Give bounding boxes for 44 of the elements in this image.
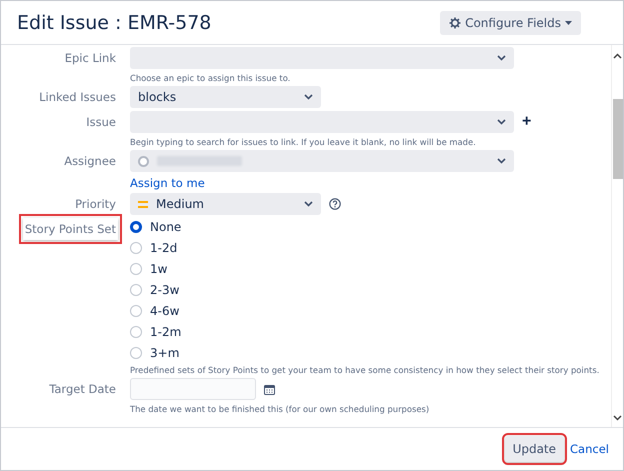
avatar-icon xyxy=(138,156,149,166)
assign-to-me-link[interactable]: Assign to me xyxy=(130,176,611,190)
field-label: Linked Issues xyxy=(38,89,117,106)
field-label: Epic Link xyxy=(64,50,117,67)
field-label: Issue xyxy=(85,114,117,131)
configure-fields-button[interactable]: Configure Fields xyxy=(440,10,581,34)
radio-option[interactable]: 3+m xyxy=(130,344,611,362)
update-button[interactable]: Update xyxy=(504,436,564,462)
field-label: Assignee xyxy=(63,153,117,170)
settings-icon xyxy=(449,16,462,28)
scrollbar-thumb[interactable] xyxy=(612,99,622,179)
date-field[interactable] xyxy=(130,378,256,400)
dialog-title: Edit Issue : EMR-578 xyxy=(17,12,212,34)
chevron-down-icon xyxy=(304,94,313,100)
radio-option[interactable]: 1w xyxy=(130,260,611,278)
radio-option[interactable]: 2-3w xyxy=(130,281,611,299)
radio-option[interactable]: None xyxy=(130,218,611,236)
radio-option[interactable]: 1-2m xyxy=(130,323,611,341)
field-hint: Predefined sets of Story Points to get your team to have some consistency in how they select their story points. xyxy=(130,365,600,375)
chevron-down-icon xyxy=(497,55,506,61)
scroll-up-icon[interactable] xyxy=(613,53,622,59)
field-hint: Begin typing to search for issues to link. If you leave it blank, no link will be made. xyxy=(130,137,477,147)
chevron-down-icon xyxy=(497,158,506,164)
select-field[interactable] xyxy=(130,47,514,69)
select-field[interactable] xyxy=(130,111,514,133)
radio-option[interactable]: 4-6w xyxy=(130,302,611,320)
scroll-down-icon[interactable] xyxy=(613,415,622,421)
radio-option[interactable]: 1-2d xyxy=(130,239,611,257)
field-hint: The date we want to be finished this (for our own scheduling purposes) xyxy=(130,404,430,414)
chevron-down-icon xyxy=(304,201,313,207)
select-field[interactable]: Medium xyxy=(130,193,321,215)
select-field[interactable] xyxy=(130,150,514,172)
add-button[interactable]: + xyxy=(522,114,532,130)
scrollbar[interactable] xyxy=(611,45,623,427)
cancel-link[interactable]: Cancel xyxy=(570,442,609,456)
select-field[interactable]: blocks xyxy=(130,86,321,108)
help-icon[interactable] xyxy=(329,198,341,210)
calendar-icon[interactable] xyxy=(264,384,275,394)
priority-medium-icon xyxy=(138,200,148,208)
field-label: Target Date xyxy=(48,381,117,398)
caret-icon xyxy=(565,20,572,24)
chevron-down-icon xyxy=(497,119,506,125)
field-hint: Choose an epic to assign this issue to. xyxy=(130,73,292,83)
field-label: Priority xyxy=(74,196,117,213)
